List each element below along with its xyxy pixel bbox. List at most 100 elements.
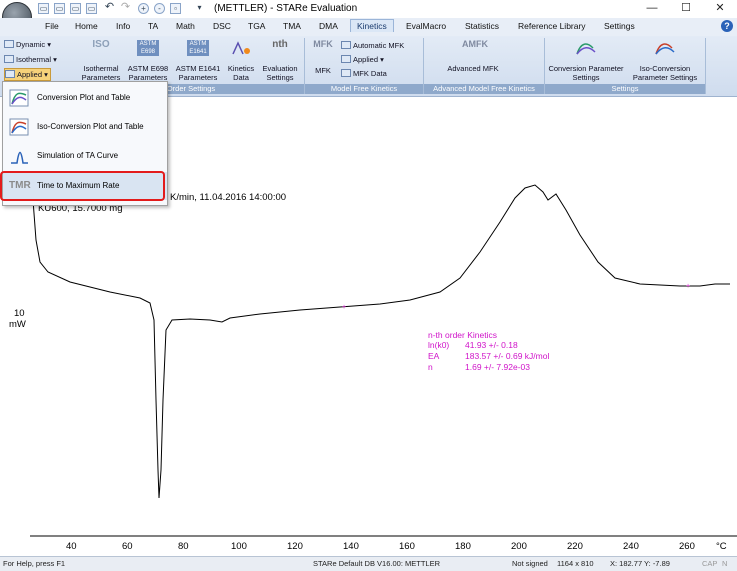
help-icon[interactable]: ? [721,20,733,32]
advanced-mfk-button[interactable]: AMFK Advanced MFK [446,39,500,74]
settings-group: Conversion Parameter Settings Iso-Conver… [545,38,706,94]
kinetics-row-name: ln(k0) [428,340,450,350]
iso-icon: ISO [92,39,110,50]
curve-marker-right: + [686,283,690,290]
ribbon-tabs: File Home Info TA Math DSC TGA TMA DMA K… [0,18,737,36]
x-tick-label: 100 [231,541,247,552]
status-num: N [722,559,728,568]
dynamic-label: Dynamic [16,40,46,49]
tab-dma[interactable]: DMA [319,21,338,31]
x-tick-label: 140 [343,541,359,552]
applied-mfk-button[interactable]: Applied ▾ [341,54,384,65]
kinetics-row-name: EA [428,351,440,361]
tab-settings[interactable]: Settings [604,21,635,31]
menu-item-iso-conversion-plot[interactable]: Iso-Conversion Plot and Table [3,113,167,141]
x-tick-label: 40 [66,541,77,552]
mfk-label: MFK [315,66,331,75]
isothermal-label: Isothermal [16,55,52,64]
dynamic-button[interactable]: Dynamic ▾ [4,39,51,50]
open-icon[interactable]: ▭ [38,3,49,14]
dropdown-icon[interactable]: ▾ [194,3,205,14]
menu-item-simulation-ta-curve[interactable]: Simulation of TA Curve [3,142,167,170]
applied-button[interactable]: Applied ▾ [4,68,51,81]
tab-home[interactable]: Home [75,21,98,31]
tab-tma[interactable]: TMA [283,21,301,31]
isothermal-button[interactable]: Isothermal ▾ [4,54,57,65]
tab-math[interactable]: Math [176,21,195,31]
kinetics-data-button[interactable]: Kinetics Data [224,40,258,82]
y-scale-unit: mW [9,319,26,330]
mfk-button[interactable]: MFK MFK [307,40,339,76]
zoom-out-icon[interactable]: - [154,3,165,14]
highlight-box [0,171,165,201]
x-tick-label: 80 [178,541,189,552]
x-tick-label: 220 [567,541,583,552]
mfk-data-button[interactable]: MFK Data [341,68,387,79]
astm-e698-icon: ASTM E698 [137,40,159,56]
menu-item-conversion-plot[interactable]: Conversion Plot and Table [3,84,167,112]
close-icon[interactable]: ✕ [712,1,728,15]
kinetics-data-icon [230,40,252,56]
applied-label: Applied [17,70,43,79]
iso-conversion-parameter-settings-label: Iso-Conversion Parameter Settings [632,64,698,82]
status-signed: Not signed [512,559,548,568]
dsc-curve [29,159,730,499]
status-coords: X: 182.77 Y: -7.89 [610,559,670,568]
kinetics-data-label: Kinetics Data [227,64,255,82]
status-size: 1164 x 810 [557,559,594,568]
conversion-plot-icon [9,89,29,107]
mfk-data-icon [341,69,351,77]
y-scale-value: 10 [14,308,25,319]
minimize-icon[interactable]: — [644,1,660,15]
applied-mfk-label: Applied [353,55,379,64]
advanced-mfk-label: Advanced MFK [447,64,499,73]
x-tick-label: 160 [399,541,415,552]
curve-header-text: K/min, 11.04.2016 14:00:00 [170,192,287,203]
advanced-mfk-group-label: Advanced Model Free Kinetics [424,84,544,94]
astm-e698-button[interactable]: ASTM E698 ASTM E698 Parameters [124,40,172,82]
model-free-kinetics-group-label: Model Free Kinetics [305,84,423,94]
settings-group-label: Settings [545,84,705,94]
copy-icon[interactable]: ▭ [86,3,97,14]
conversion-parameter-settings-button[interactable]: Conversion Parameter Settings [547,40,625,82]
applied-mfk-icon [341,55,351,63]
isothermal-parameters-button[interactable]: ISO Isothermal Parameters [78,39,124,83]
tab-dsc[interactable]: DSC [213,21,231,31]
kinetics-row-value: 41.93 +/- 0.18 [465,340,518,350]
simulation-curve-icon [9,147,29,165]
tab-evalmacro[interactable]: EvalMacro [406,21,446,31]
window-title: (METTLER) - STARe Evaluation [214,3,358,14]
status-version: STARe Default DB V16.00: METTLER [313,559,440,568]
maximize-icon[interactable]: ☐ [678,1,694,15]
conversion-parameter-settings-label: Conversion Parameter Settings [548,64,624,82]
window-icon[interactable]: ▫ [170,3,181,14]
automatic-mfk-button[interactable]: Automatic MFK [341,40,404,51]
tab-file[interactable]: File [45,21,59,31]
kinetics-row-value: 183.57 +/- 0.69 kJ/mol [465,351,550,361]
tab-tga[interactable]: TGA [248,21,265,31]
evaluation-settings-button[interactable]: nth Evaluation Settings [258,40,302,83]
evaluation-settings-label: Evaluation Settings [262,64,298,82]
undo-icon[interactable]: ↶ [104,2,115,14]
amfk-icon: AMFK [462,39,488,49]
kinetics-row-name: n [428,362,433,372]
x-tick-label: 260 [679,541,695,552]
tab-info[interactable]: Info [116,21,130,31]
tab-statistics[interactable]: Statistics [465,21,499,31]
redo-icon[interactable]: ↷ [120,2,131,14]
print-icon[interactable]: ▭ [70,3,81,14]
dynamic-icon [4,40,14,48]
curve-marker-left: + [342,304,346,311]
iso-conversion-parameter-settings-button[interactable]: Iso-Conversion Parameter Settings [625,40,705,82]
zoom-in-icon[interactable]: + [138,3,149,14]
save-icon[interactable]: ▭ [54,3,65,14]
tab-reference-library[interactable]: Reference Library [518,21,586,31]
isothermal-parameters-label: Isothermal Parameters [81,64,121,82]
x-tick-label: 240 [623,541,639,552]
tab-ta[interactable]: TA [148,21,158,31]
menu-item-label: Simulation of TA Curve [37,151,119,160]
tab-kinetics[interactable]: Kinetics [350,19,394,32]
astm-e1641-button[interactable]: ASTM E1641 ASTM E1641 Parameters [172,40,224,82]
advanced-mfk-group: AMFK Advanced MFK Advanced Model Free Ki… [424,38,545,94]
iso-conversion-plot-icon [9,118,29,136]
